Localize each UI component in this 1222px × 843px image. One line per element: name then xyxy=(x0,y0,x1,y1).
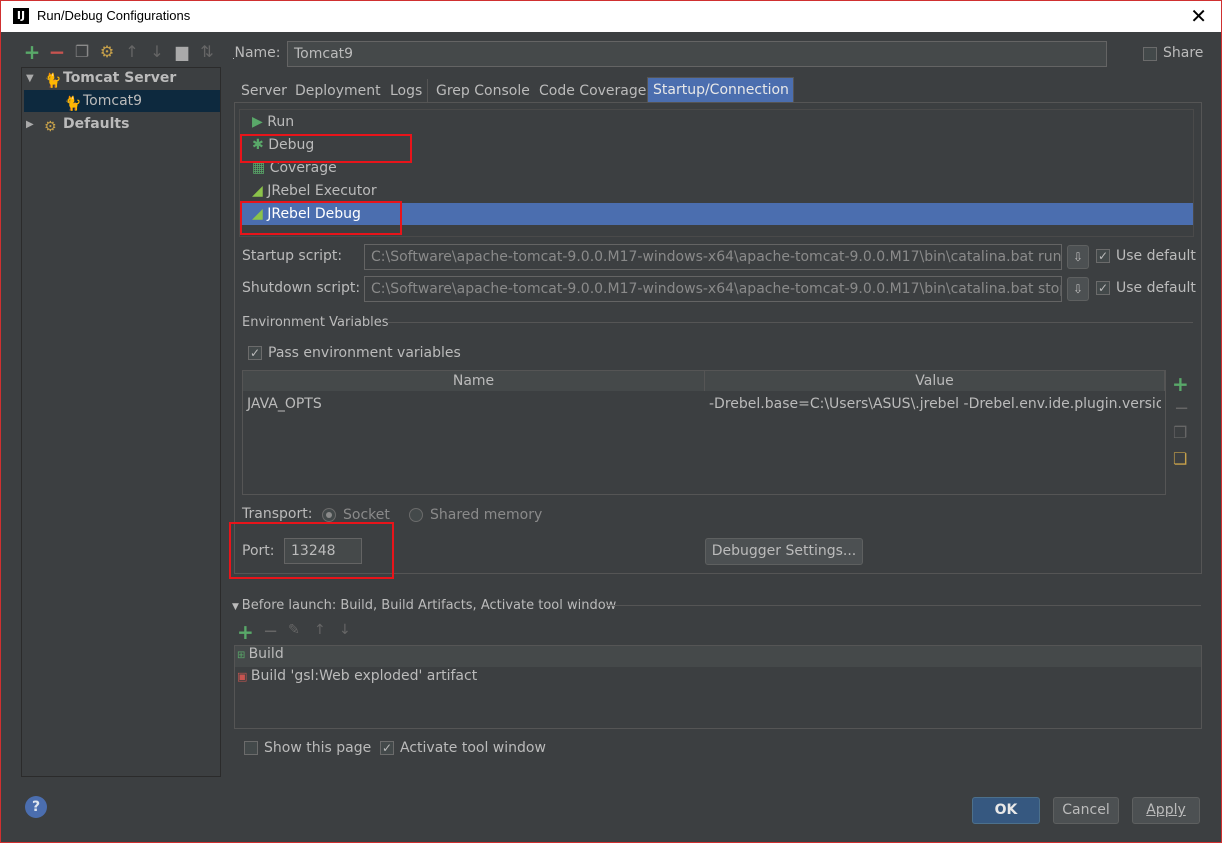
title-bar: IJ Run/Debug Configurations ✕ xyxy=(1,1,1221,32)
env-paste-icon[interactable]: ❏ xyxy=(1173,449,1187,468)
tab-deployment[interactable]: Deployment xyxy=(290,79,387,103)
env-table[interactable]: Name Value JAVA_OPTS -Drebel.base=C:\Use… xyxy=(242,370,1166,495)
env-col-name[interactable]: Name xyxy=(243,371,705,391)
folder-icon[interactable]: ▆ xyxy=(173,43,191,61)
before-launch-up-icon[interactable]: ↑ xyxy=(314,622,326,638)
tomcat-icon: 🐈 xyxy=(44,73,62,89)
startup-use-default-checkbox[interactable]: ✓ xyxy=(1096,249,1110,263)
tab-code-coverage[interactable]: Code Coverage xyxy=(534,79,653,103)
shared-memory-radio[interactable] xyxy=(409,508,423,522)
intellij-app-icon: IJ xyxy=(13,8,29,24)
collapse-arrow-icon[interactable]: ▶ xyxy=(26,119,34,130)
env-row-name[interactable]: JAVA_OPTS xyxy=(247,396,322,412)
sort-icon[interactable]: ⇅ xyxy=(198,43,216,61)
show-this-page-checkbox[interactable] xyxy=(244,741,258,755)
before-launch-add-icon[interactable]: + xyxy=(237,620,254,644)
browse-shutdown-icon[interactable]: ⇩ xyxy=(1067,277,1089,301)
socket-label: Socket xyxy=(343,507,390,523)
highlight-port xyxy=(229,522,394,579)
name-label: NName: xyxy=(233,45,281,61)
shutdown-script-label: Shutdown script: xyxy=(242,280,361,296)
debugger-settings-button[interactable]: Debugger Settings... xyxy=(705,538,863,565)
configuration-tree[interactable]: ▼ 🐈 Tomcat Server 🐈 Tomcat9 ▶ ⚙ Defaults xyxy=(21,67,221,777)
before-launch-toggle[interactable]: ▼ Before launch: Build, Build Artifacts,… xyxy=(232,598,616,613)
shutdown-use-default-label: Use default xyxy=(1116,280,1196,296)
share-checkbox[interactable] xyxy=(1143,47,1157,61)
ok-button[interactable]: OK xyxy=(972,797,1040,824)
before-launch-item-build[interactable]: ⊞ Build xyxy=(235,646,1201,667)
tomcat-icon: 🐈 xyxy=(64,96,82,112)
copy-configuration-icon[interactable]: ❐ xyxy=(73,43,91,61)
pass-env-checkbox[interactable]: ✓ xyxy=(248,346,262,360)
env-col-value[interactable]: Value xyxy=(705,371,1165,391)
transport-label: Transport: xyxy=(242,506,313,522)
apply-button[interactable]: Apply xyxy=(1132,797,1200,824)
artifact-icon: ▣ xyxy=(237,670,251,683)
jrebel-icon: ◢ xyxy=(252,183,268,199)
expand-arrow-icon[interactable]: ▼ xyxy=(26,73,34,84)
tab-logs[interactable]: Logs xyxy=(385,79,429,103)
before-launch-remove-icon[interactable]: − xyxy=(263,621,278,642)
activate-tool-window-checkbox[interactable]: ✓ xyxy=(380,741,394,755)
edit-defaults-icon[interactable]: ⚙ xyxy=(98,43,116,61)
activate-tool-window-label: Activate tool window xyxy=(400,740,546,756)
tree-item-defaults[interactable]: ⚙ Defaults xyxy=(44,113,129,135)
startup-use-default-label: Use default xyxy=(1116,248,1196,264)
remove-configuration-icon[interactable]: − xyxy=(48,42,66,62)
add-configuration-icon[interactable]: + xyxy=(23,42,41,62)
run-debug-configurations-dialog: IJ Run/Debug Configurations ✕ + − ❐ ⚙ ↑ … xyxy=(0,0,1222,843)
executor-jrebel[interactable]: ◢ JRebel Executor xyxy=(240,180,1193,202)
before-launch-edit-icon[interactable]: ✎ xyxy=(288,622,300,638)
before-launch-separator xyxy=(605,605,1201,606)
cancel-button[interactable]: Cancel xyxy=(1053,797,1119,824)
share-label: Share xyxy=(1163,45,1204,61)
env-copy-icon[interactable]: ❐ xyxy=(1173,423,1187,442)
close-icon[interactable]: ✕ xyxy=(1190,4,1207,28)
help-icon[interactable]: ? xyxy=(25,796,47,818)
shutdown-use-default-checkbox[interactable]: ✓ xyxy=(1096,281,1110,295)
build-icon: ⊞ xyxy=(237,650,249,661)
shutdown-script-field[interactable]: C:\Software\apache-tomcat-9.0.0.M17-wind… xyxy=(364,276,1062,302)
tree-item-tomcat9[interactable]: 🐈 Tomcat9 xyxy=(24,90,220,112)
startup-script-field[interactable]: C:\Software\apache-tomcat-9.0.0.M17-wind… xyxy=(364,244,1062,270)
name-input[interactable]: Tomcat9 xyxy=(287,41,1107,67)
wrench-icon: ⚙ xyxy=(44,119,57,135)
highlight-debug xyxy=(240,134,412,163)
highlight-jrebel-debug xyxy=(240,201,402,235)
shared-memory-label: Shared memory xyxy=(430,507,543,523)
move-up-icon[interactable]: ↑ xyxy=(123,43,141,61)
tab-startup-connection[interactable]: Startup/Connection xyxy=(647,77,794,103)
window-title: Run/Debug Configurations xyxy=(37,8,191,23)
before-launch-list[interactable]: ⊞ Build ▣ Build 'gsl:Web exploded' artif… xyxy=(234,645,1202,729)
tab-server[interactable]: Server xyxy=(236,79,293,103)
tree-item-tomcat-server[interactable]: 🐈 Tomcat Server xyxy=(44,67,176,89)
socket-radio[interactable] xyxy=(322,508,336,522)
env-section-title: Environment Variables xyxy=(242,315,389,330)
env-add-icon[interactable]: + xyxy=(1172,372,1189,396)
browse-startup-icon[interactable]: ⇩ xyxy=(1067,245,1089,269)
show-this-page-label: Show this page xyxy=(264,740,372,756)
env-separator xyxy=(387,322,1193,323)
startup-script-label: Startup script: xyxy=(242,248,343,264)
executor-run[interactable]: ▶ Run xyxy=(240,111,1193,133)
before-launch-item-artifact[interactable]: ▣ Build 'gsl:Web exploded' artifact xyxy=(237,668,477,684)
before-launch-down-icon[interactable]: ↓ xyxy=(339,622,351,638)
move-down-icon[interactable]: ↓ xyxy=(148,43,166,61)
tab-grep-console[interactable]: Grep Console xyxy=(431,79,536,103)
env-remove-icon[interactable]: − xyxy=(1174,398,1189,419)
pass-env-label: Pass environment variables xyxy=(268,345,461,361)
env-row-value[interactable]: -Drebel.base=C:\Users\ASUS\.jrebel -Dreb… xyxy=(709,396,1161,412)
